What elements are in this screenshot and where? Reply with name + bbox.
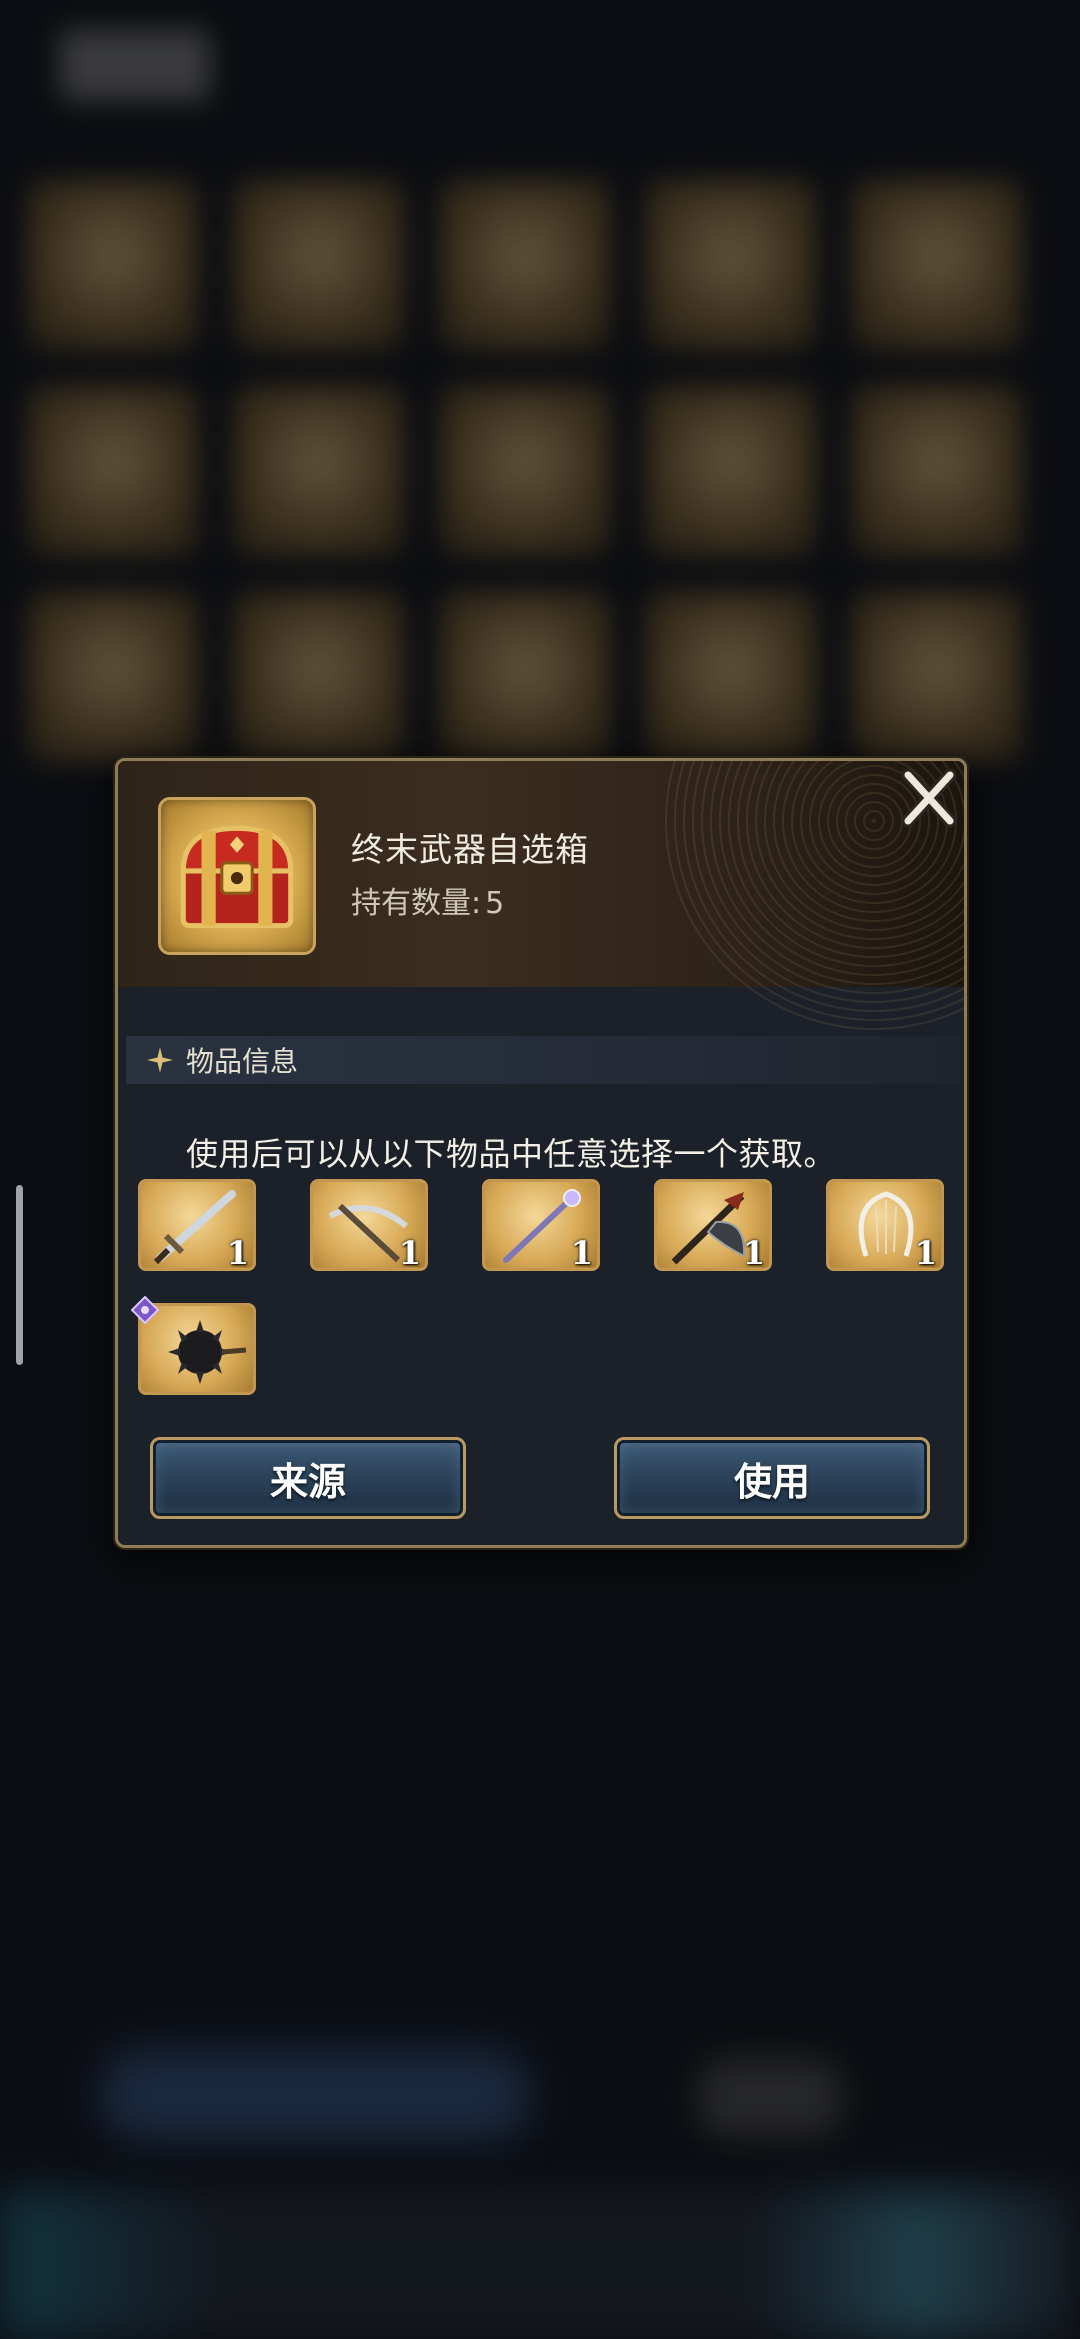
side-scroll-indicator	[16, 1185, 23, 1365]
background-bottom-bar	[100, 2050, 530, 2140]
reward-qty: 1	[226, 1234, 249, 1272]
item-count: 持有数量: 5	[351, 878, 504, 922]
reward-item-sword[interactable]: 1	[138, 1179, 256, 1272]
close-button[interactable]	[898, 767, 960, 829]
background-item-grid	[28, 180, 1048, 798]
reward-item-mace[interactable]	[131, 1296, 256, 1395]
reward-item-harp[interactable]: 1	[826, 1179, 944, 1272]
reward-qty: 1	[742, 1234, 765, 1272]
item-name: 终末武器自选箱	[351, 830, 589, 869]
treasure-chest-icon	[180, 825, 294, 929]
use-button[interactable]: 使用	[614, 1437, 930, 1519]
reward-qty: 1	[398, 1234, 421, 1272]
item-info-section-bar: 物品信息	[126, 1036, 960, 1084]
sparkle-icon	[147, 1047, 173, 1073]
item-info-dialog: 终末武器自选箱 持有数量: 5 物品信息 使用后可以从以下物品中任意选择一个获取。…	[115, 758, 967, 1548]
source-button-label: 来源	[269, 1458, 346, 1504]
reward-qty: 1	[570, 1234, 593, 1272]
dialog-header: 终末武器自选箱 持有数量: 5	[118, 761, 964, 1031]
spiked-mace-icon	[168, 1320, 247, 1384]
background-header	[60, 30, 210, 100]
section-title: 物品信息	[186, 1045, 299, 1078]
background-tab-bar	[0, 2190, 1080, 2339]
item-description: 使用后可以从以下物品中任意选择一个获取。	[186, 1135, 837, 1173]
close-x-icon	[901, 768, 957, 828]
item-count-label: 持有数量:	[351, 886, 482, 921]
reward-item-axe[interactable]: 1	[654, 1179, 772, 1272]
item-count-value: 5	[485, 886, 505, 921]
background-bottom-button	[700, 2060, 840, 2135]
reward-item-staff[interactable]: 1	[482, 1179, 600, 1272]
use-button-label: 使用	[733, 1458, 810, 1504]
reward-qty: 1	[914, 1234, 937, 1272]
reward-item-scythe[interactable]: 1	[310, 1179, 428, 1272]
purple-gem-icon	[131, 1296, 159, 1324]
source-button[interactable]: 来源	[150, 1437, 466, 1519]
item-icon-frame	[158, 797, 316, 955]
